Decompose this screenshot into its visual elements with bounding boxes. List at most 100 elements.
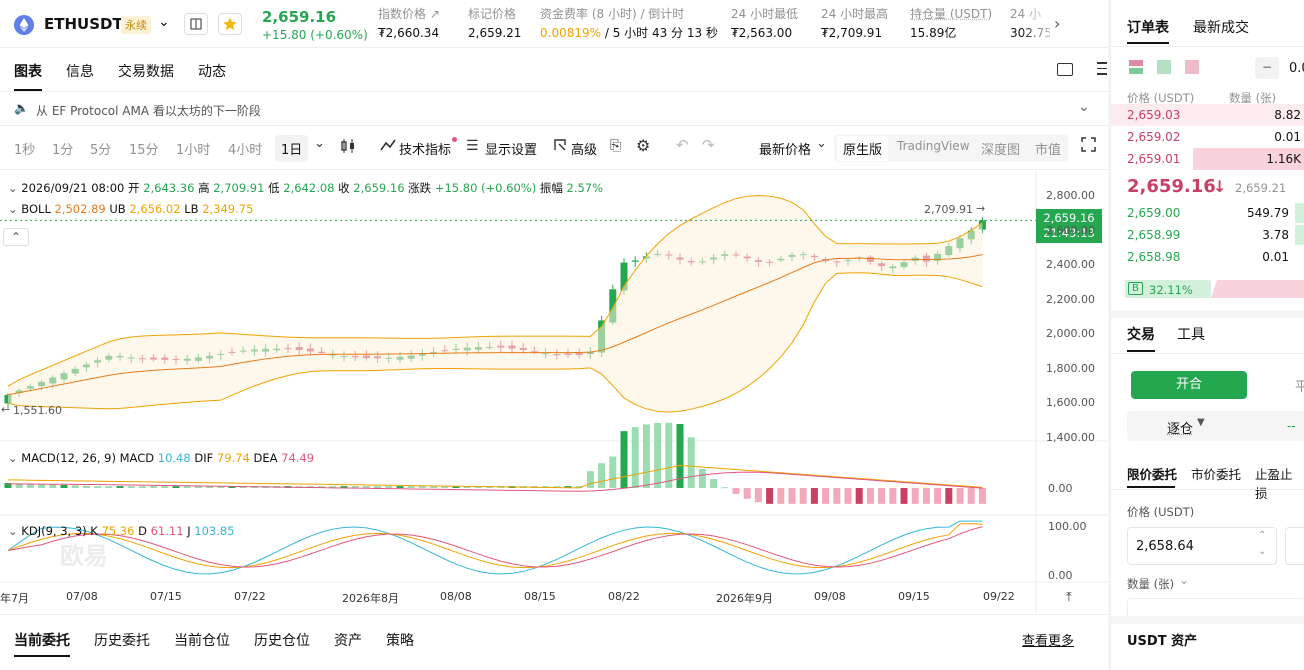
price-input-value[interactable]: 2,658.64 [1136,539,1194,554]
chevron-down-icon[interactable]: ⌄ [158,14,170,30]
price-down-icon[interactable]: ⌄ [1258,546,1266,557]
collapse-icon[interactable]: ⌄ [8,181,18,195]
macd-histogram-bar [867,488,874,504]
symbol-name[interactable]: ETHUSDT [44,15,123,33]
chevron-down-icon[interactable]: ⌄ [1179,573,1189,587]
interval-4h[interactable]: 4小时 [228,139,262,158]
announcement-text[interactable]: 从 EF Protocol AMA 看以太坊的下一阶段 [36,102,261,119]
view-native[interactable]: 原生版 [837,136,888,161]
tab-trading-data[interactable]: 交易数据 [118,61,174,81]
open-position-button[interactable]: 开合 [1131,371,1247,399]
tab-market-order[interactable]: 市价委托 [1191,464,1241,483]
tab-limit-order[interactable]: 限价委托 [1127,464,1177,483]
tab-order-history[interactable]: 历史委托 [94,630,150,650]
tab-position-history[interactable]: 历史仓位 [254,630,310,650]
view-tradingview[interactable]: TradingView [897,139,970,153]
gear-icon[interactable]: ⚙ [636,136,650,155]
collapse-icon[interactable]: ⌄ [8,451,18,465]
indicators-button[interactable]: 技术指标 [399,139,451,158]
kline-chart-svg[interactable] [0,170,1108,614]
tab-tools[interactable]: 工具 [1177,324,1205,344]
collapse-icon[interactable]: ⌄ [8,202,18,216]
ask-row[interactable]: 2,659.02 0.01 [1127,126,1304,148]
advanced-icon[interactable] [553,138,567,156]
ask-qty: 0.01 [1241,130,1301,144]
display-settings-button[interactable]: 显示设置 [485,139,537,158]
compare-icon[interactable] [184,13,208,35]
settings-list-icon[interactable]: ☰ [466,138,479,154]
price-type-box[interactable] [1285,527,1304,565]
view-depth[interactable]: 深度图 [981,139,1020,158]
more-icon[interactable] [1097,62,1107,75]
interval-1h[interactable]: 1小时 [176,139,210,158]
layout-icon[interactable] [1057,63,1073,76]
orderbook-both-icon[interactable] [1129,60,1143,74]
qty-input[interactable] [1127,598,1304,616]
price-up-icon[interactable]: ⌃ [1258,530,1266,541]
interval-15m[interactable]: 15分 [129,139,159,158]
interval-5m[interactable]: 5分 [90,139,111,158]
price-step-value[interactable]: 0.0 [1289,61,1304,76]
undo-icon[interactable]: ↶ [676,136,689,154]
view-market-cap[interactable]: 市值 [1035,139,1061,158]
ask-row[interactable]: 2,659.01 1.16K [1127,148,1304,170]
tab-feed[interactable]: 动态 [198,61,226,81]
collapse-legend-button[interactable]: ⌃ [3,228,29,246]
bid-qty: 0.01 [1229,250,1289,264]
price-input[interactable]: 2,658.64 ⌃ ⌄ [1127,527,1277,565]
change-value: +15.80 (+0.60%) [435,181,536,195]
ask-price: 2,659.03 [1127,108,1180,122]
tab-assets[interactable]: 资产 [334,630,362,650]
fullscreen-icon[interactable] [1081,137,1096,156]
tab-active-indicator [1127,42,1169,44]
tab-recent-trades[interactable]: 最新成交 [1193,17,1249,37]
orderbook-asks-icon[interactable] [1185,60,1199,74]
macd-histogram-bar [654,423,661,488]
high-value: 2,709.91 [213,181,264,195]
orderbook-bids-icon[interactable] [1157,60,1171,74]
advanced-button[interactable]: 高级 [571,139,597,158]
bid-row[interactable]: 2,659.00 549.79 [1127,202,1304,224]
price-axis-tick: 2,200.00 [1046,293,1095,306]
macd-histogram-bar [766,488,773,504]
chevron-down-icon[interactable]: ⌄ [816,136,827,151]
tab-positions[interactable]: 当前仓位 [174,630,230,650]
tab-tp-sl[interactable]: 止盈止损 [1255,464,1304,502]
tab-info[interactable]: 信息 [66,61,94,81]
view-more-link[interactable]: 查看更多 [1022,630,1074,649]
bid-row[interactable]: 2,658.99 3.78 [1127,224,1304,246]
price-type-select[interactable]: 最新价格 [759,139,811,158]
ask-row[interactable]: 2,659.03 8.82 [1127,104,1304,126]
tab-orderbook[interactable]: 订单表 [1127,17,1169,37]
close-position-button[interactable]: 平 [1295,376,1304,395]
auto-scale-icon[interactable]: ⤒ [1066,590,1072,605]
favorite-star-icon[interactable] [218,13,242,35]
kline-chart[interactable]: ⌄ 2026/09/21 08:00 开 2,643.36 高 2,709.91… [0,170,1108,614]
tab-chart[interactable]: 图表 [14,61,42,81]
close-label: 收 [338,181,350,195]
tab-open-orders[interactable]: 当前委托 [14,630,70,650]
interval-1s[interactable]: 1秒 [14,139,35,158]
interval-1d[interactable]: 1日 [275,135,308,162]
chevron-down-icon[interactable]: ▼ [1197,417,1205,428]
layout-toggle-icon[interactable]: ⎘ [610,138,621,154]
boll-legend: ⌄ BOLL 2,502.89 UB 2,656.02 LB 2,349.75 [8,202,253,216]
d-value: 61.11 [151,524,184,538]
candle-type-icon[interactable] [340,137,356,159]
collapse-icon[interactable]: ⌄ [8,524,18,538]
chevron-right-icon[interactable]: › [1054,14,1060,33]
redo-icon[interactable]: ↷ [702,136,715,154]
tab-trade[interactable]: 交易 [1127,324,1155,344]
bid-row[interactable]: 2,658.98 0.01 [1127,246,1304,268]
leverage-select[interactable]: -- [1287,419,1296,433]
tab-strategies[interactable]: 策略 [386,630,414,650]
announcement-bar[interactable]: 🔈 从 EF Protocol AMA 看以太坊的下一阶段 ⌄ [0,92,1108,126]
low-24h-value: ₮2,563.00 [731,25,798,42]
step-minus-button[interactable]: − [1255,57,1279,79]
chevron-down-icon[interactable]: ⌄ [314,136,325,151]
chevron-down-icon[interactable]: ⌄ [1078,99,1090,115]
interval-1m[interactable]: 1分 [52,139,73,158]
index-price-label[interactable]: 指数价格 ↗ [378,6,440,23]
indicator-icon[interactable] [380,137,396,157]
margin-mode-select[interactable]: 逐仓 [1167,418,1193,437]
